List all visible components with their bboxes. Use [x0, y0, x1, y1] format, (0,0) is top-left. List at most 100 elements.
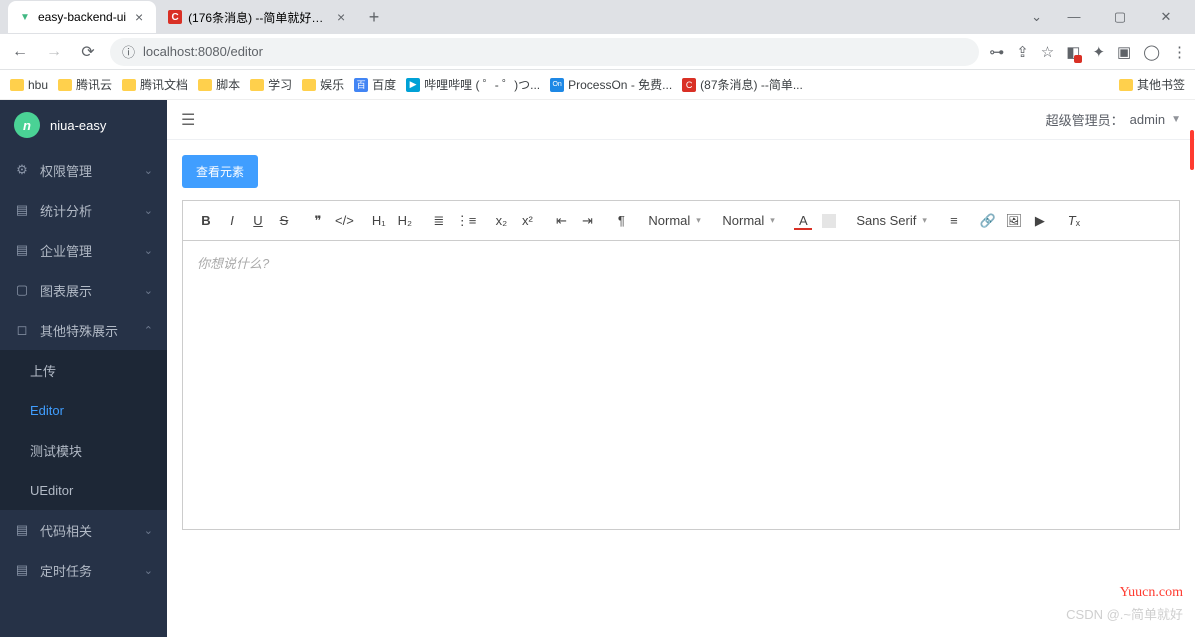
editor-toolbar: B I U S ❞ </> H₁ H₂ ≣ ⋮≡ x₂ [182, 200, 1180, 240]
role-label: 超级管理员： [1046, 110, 1124, 129]
ordered-list-button[interactable]: ≣ [430, 213, 448, 229]
editor-textarea[interactable]: 你想说什么? [182, 240, 1180, 530]
chevron-down-icon: ▾ [922, 215, 927, 226]
code-icon: ▤ [14, 522, 30, 538]
h2-button[interactable]: H₂ [396, 213, 414, 228]
menu-dots-icon[interactable]: ⋮ [1172, 43, 1187, 61]
sidebar-subitem-test[interactable]: 测试模块 [0, 430, 167, 470]
browser-tab-1[interactable]: C (176条消息) --简单就好的博客_ × [158, 1, 358, 33]
back-button[interactable]: ← [8, 43, 32, 61]
bookmark-hbu[interactable]: hbu [10, 78, 48, 92]
sidebar-item-enterprise[interactable]: ▤企业管理⌄ [0, 230, 167, 270]
bookmark-entertainment[interactable]: 娱乐 [302, 76, 344, 93]
sidebar-item-permissions[interactable]: ⚙权限管理⌄ [0, 150, 167, 190]
user-dropdown[interactable]: 超级管理员： admin ▼ [1046, 110, 1181, 129]
info-icon[interactable]: ⓘ [122, 42, 135, 61]
bookmark-icon: ◻ [14, 322, 30, 338]
view-element-button[interactable]: 查看元素 [182, 155, 258, 188]
folder-icon [58, 79, 72, 91]
nav-bar: ← → ⟳ ⓘ localhost:8080/editor ⊶ ⇪ ☆ ◧ ✦ … [0, 34, 1195, 70]
bookmark-bilibili[interactable]: ▶哔哩哔哩 ( ゜- ゜)つ... [406, 76, 540, 93]
other-bookmarks[interactable]: 其他书签 [1119, 76, 1185, 93]
strike-button[interactable]: S [275, 213, 293, 228]
tab-favicon-0: ▼ [18, 10, 32, 24]
chevron-down-icon: ▾ [770, 215, 775, 226]
h1-button[interactable]: H₁ [370, 213, 388, 228]
minimize-button[interactable]: — [1060, 9, 1088, 25]
bullet-list-button[interactable]: ⋮≡ [456, 213, 477, 229]
bookmark-scripts[interactable]: 脚本 [198, 76, 240, 93]
chevron-down-icon: ⌄ [144, 564, 153, 577]
browser-tab-0[interactable]: ▼ easy-backend-ui × [8, 1, 156, 33]
maximize-button[interactable]: ▢ [1106, 9, 1134, 25]
indent-button[interactable]: ⇥ [578, 213, 596, 229]
sidebar-item-charts[interactable]: ▢图表展示⌄ [0, 270, 167, 310]
extension-icon[interactable]: ◧ [1066, 43, 1080, 61]
chevron-down-icon[interactable]: ⌄ [1031, 9, 1042, 25]
star-icon[interactable]: ☆ [1041, 43, 1054, 61]
bg-color-button[interactable] [820, 213, 838, 229]
close-icon[interactable]: × [334, 10, 348, 24]
clear-format-button[interactable]: Tₓ [1065, 213, 1083, 228]
bold-button[interactable]: B [197, 213, 215, 228]
sidebar-subitem-upload[interactable]: 上传 [0, 350, 167, 390]
close-icon[interactable]: × [132, 10, 146, 24]
link-button[interactable]: 🔗 [979, 213, 997, 229]
image-button[interactable]: 🖼 [1005, 213, 1023, 229]
chevron-down-icon: ⌄ [144, 164, 153, 177]
folder-icon [302, 79, 316, 91]
watermark-csdn: CSDN @.~简单就好 [1066, 604, 1183, 623]
italic-button[interactable]: I [223, 213, 241, 228]
chevron-down-icon: ⌄ [144, 244, 153, 257]
bookmark-tencent-docs[interactable]: 腾讯文档 [122, 76, 188, 93]
sidebar-subitem-editor[interactable]: Editor [0, 390, 167, 430]
topbar: ☰ 超级管理员： admin ▼ [167, 100, 1195, 140]
chevron-down-icon: ⌄ [144, 524, 153, 537]
code-block-button[interactable]: </> [335, 213, 354, 229]
logo-text: niua-easy [50, 118, 106, 133]
puzzle-icon[interactable]: ✦ [1092, 43, 1105, 61]
hamburger-icon[interactable]: ☰ [181, 110, 195, 130]
video-button[interactable]: ▶ [1031, 213, 1049, 229]
bookmark-processon[interactable]: OnProcessOn - 免费... [550, 76, 672, 93]
folder-icon [250, 79, 264, 91]
subscript-button[interactable]: x₂ [492, 213, 510, 228]
rtl-button[interactable]: ¶ [612, 213, 630, 228]
bookmark-csdn[interactable]: C(87条消息) --简单... [682, 76, 803, 93]
reload-button[interactable]: ⟳ [76, 42, 100, 62]
logo[interactable]: n niua-easy [0, 100, 167, 150]
url-bar[interactable]: ⓘ localhost:8080/editor [110, 38, 979, 66]
outdent-button[interactable]: ⇤ [552, 213, 570, 229]
underline-button[interactable]: U [249, 213, 267, 228]
user-name: admin [1130, 112, 1165, 127]
text-color-button[interactable]: A [794, 213, 812, 229]
content-area: 查看元素 B I U S ❞ </> H₁ H₂ ≣ ⋮≡ [167, 140, 1195, 637]
superscript-button[interactable]: x² [518, 213, 536, 228]
new-tab-button[interactable]: + [360, 3, 388, 31]
scroll-indicator [1190, 130, 1194, 170]
font-select[interactable]: Sans Serif▾ [848, 213, 935, 228]
url-actions: ⊶ ⇪ ☆ ◧ ✦ ▣ ◯ ⋮ [989, 43, 1187, 61]
close-window-button[interactable]: ✕ [1152, 9, 1180, 25]
sidebar-item-code[interactable]: ▤代码相关⌄ [0, 510, 167, 550]
profile-icon[interactable]: ◯ [1143, 43, 1160, 61]
blockquote-button[interactable]: ❞ [309, 213, 327, 229]
align-button[interactable]: ≡ [945, 213, 963, 228]
forward-button[interactable]: → [42, 43, 66, 61]
size-select[interactable]: Normal▾ [640, 213, 710, 228]
header-select[interactable]: Normal▾ [714, 213, 784, 228]
sidebar-item-stats[interactable]: ▤统计分析⌄ [0, 190, 167, 230]
app-root: n niua-easy ⚙权限管理⌄ ▤统计分析⌄ ▤企业管理⌄ ▢图表展示⌄ … [0, 100, 1195, 637]
share-icon[interactable]: ⇪ [1016, 43, 1029, 61]
key-icon[interactable]: ⊶ [989, 43, 1004, 61]
bookmark-tencent-cloud[interactable]: 腾讯云 [58, 76, 112, 93]
sidebar-item-tasks[interactable]: ▤定时任务⌄ [0, 550, 167, 590]
bilibili-icon: ▶ [406, 78, 420, 92]
bookmark-study[interactable]: 学习 [250, 76, 292, 93]
gear-icon: ⚙ [14, 162, 30, 178]
bookmark-baidu[interactable]: 百百度 [354, 76, 396, 93]
sidebar-subitem-ueditor[interactable]: UEditor [0, 470, 167, 510]
side-panel-icon[interactable]: ▣ [1117, 43, 1131, 61]
csdn-icon: C [682, 78, 696, 92]
sidebar-item-special[interactable]: ◻其他特殊展示⌃ [0, 310, 167, 350]
